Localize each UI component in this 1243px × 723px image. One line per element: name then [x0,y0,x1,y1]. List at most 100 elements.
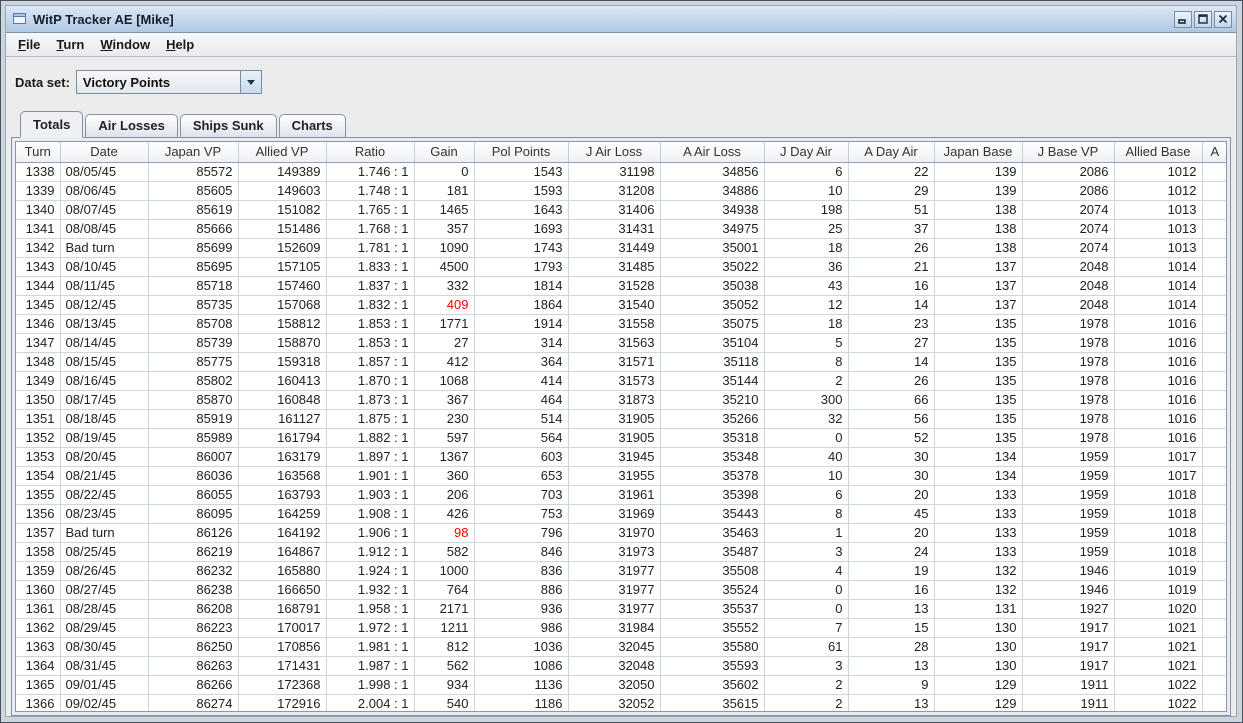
cell-j-day-air: 32 [764,409,849,429]
cell-ratio: 1.897 : 1 [326,447,415,467]
table-scrollpane[interactable]: Turn Date Japan VP Allied VP Ratio Gain Pol Po… [15,141,1227,712]
table-row-turn-1353[interactable]: 1353 08/20/45 86007 163179 1.897 : 1 1367 603 3… [16,447,1226,467]
cell-gain: 2171 [414,599,475,619]
column-header-j-air-loss[interactable]: J Air Loss [568,142,661,163]
cell-a-air-loss: 35602 [660,675,765,695]
cell-japan-vp: 85870 [148,390,239,410]
table-row-turn-1354[interactable]: 1354 08/21/45 86036 163568 1.901 : 1 360 653 31… [16,466,1226,486]
table-row-turn-1364[interactable]: 1364 08/31/45 86263 171431 1.987 : 1 562 1086 3… [16,656,1226,676]
column-header-allied-base[interactable]: Allied Base [1114,142,1203,163]
menu-help[interactable]: Help [158,35,202,54]
title-bar[interactable]: WitP Tracker AE [Mike] [6,6,1236,33]
table-row-turn-1355[interactable]: 1355 08/22/45 86055 163793 1.903 : 1 206 703 31… [16,485,1226,505]
cell-gain: 1000 [414,561,475,581]
cell-turn: 1359 [16,561,61,581]
cell-date: 08/07/45 [60,200,149,220]
table-row-turn-1357[interactable]: 1357 Bad turn 86126 164192 1.906 : 1 98 796 319… [16,523,1226,543]
cell-j-air-loss: 31905 [568,409,661,429]
menu-window[interactable]: Window [92,35,158,54]
cell-a-air-loss: 35463 [660,523,765,543]
maximize-button[interactable] [1194,10,1212,28]
column-header-gain[interactable]: Gain [414,142,475,163]
cell-gain: 1090 [414,238,475,258]
column-header-a-day-air[interactable]: A Day Air [848,142,935,163]
column-header-a[interactable]: A [1202,142,1226,163]
column-header-j-day-air[interactable]: J Day Air [764,142,849,163]
tab-charts[interactable]: Charts [278,114,346,138]
table-row-turn-1342[interactable]: 1342 Bad turn 85699 152609 1.781 : 1 1090 1743… [16,238,1226,258]
cell-a [1202,542,1226,562]
cell-japan-vp: 85708 [148,314,239,334]
column-header-turn[interactable]: Turn [16,142,61,163]
table-row-turn-1346[interactable]: 1346 08/13/45 85708 158812 1.853 : 1 1771 1914… [16,314,1226,334]
cell-japan-base: 138 [934,200,1023,220]
column-header-a-air-loss[interactable]: A Air Loss [660,142,765,163]
table-row-turn-1349[interactable]: 1349 08/16/45 85802 160413 1.870 : 1 1068 414 3… [16,371,1226,391]
table-row-turn-1356[interactable]: 1356 08/23/45 86095 164259 1.908 : 1 426 753 31… [16,504,1226,524]
menu-mnemonic: H [166,37,176,52]
cell-ratio: 1.972 : 1 [326,618,415,638]
table-row-turn-1362[interactable]: 1362 08/29/45 86223 170017 1.972 : 1 1211 986 3… [16,618,1226,638]
table-row-turn-1366[interactable]: 1366 09/02/45 86274 172916 2.004 : 1 540 1186 3… [16,694,1226,711]
cell-allied-vp: 152609 [238,238,327,258]
table-row-turn-1359[interactable]: 1359 08/26/45 86232 165880 1.924 : 1 1000 836 3… [16,561,1226,581]
menu-turn[interactable]: Turn [48,35,92,54]
column-header-j-base-vp[interactable]: J Base VP [1022,142,1115,163]
column-header-japan-base[interactable]: Japan Base [934,142,1023,163]
table-row-turn-1361[interactable]: 1361 08/28/45 86208 168791 1.958 : 1 2171 936 3… [16,599,1226,619]
table-row-turn-1348[interactable]: 1348 08/15/45 85775 159318 1.857 : 1 412 364 31… [16,352,1226,372]
menu-file[interactable]: File [10,35,48,54]
cell-allied-vp: 157105 [238,257,327,277]
table-row-turn-1363[interactable]: 1363 08/30/45 86250 170856 1.981 : 1 812 1036 3… [16,637,1226,657]
cell-a-air-loss: 35022 [660,257,765,277]
cell-a-air-loss: 35378 [660,466,765,486]
cell-date: Bad turn [60,523,149,543]
table-row-turn-1360[interactable]: 1360 08/27/45 86238 166650 1.932 : 1 764 886 31… [16,580,1226,600]
cell-a [1202,333,1226,353]
column-header-pol-points[interactable]: Pol Points [474,142,569,163]
cell-ratio: 1.768 : 1 [326,219,415,239]
table-row-turn-1345[interactable]: 1345 08/12/45 85735 157068 1.832 : 1 409 1864 3… [16,295,1226,315]
combo-dropdown-button[interactable] [239,71,261,93]
table-row-turn-1352[interactable]: 1352 08/19/45 85989 161794 1.882 : 1 597 564 31… [16,428,1226,448]
cell-j-air-loss: 31977 [568,580,661,600]
table-row-turn-1343[interactable]: 1343 08/10/45 85695 157105 1.833 : 1 4500 1793… [16,257,1226,277]
tab-ships-sunk[interactable]: Ships Sunk [179,114,277,138]
table-row-turn-1365[interactable]: 1365 09/01/45 86266 172368 1.998 : 1 934 1136 3… [16,675,1226,695]
cell-japan-base: 135 [934,333,1023,353]
tab-air-losses[interactable]: Air Losses [85,114,178,138]
column-header-japan-vp[interactable]: Japan VP [148,142,239,163]
cell-gain: 562 [414,656,475,676]
cell-a [1202,409,1226,429]
table-row-turn-1347[interactable]: 1347 08/14/45 85739 158870 1.853 : 1 27 314 315… [16,333,1226,353]
cell-japan-base: 138 [934,238,1023,258]
table-row-turn-1358[interactable]: 1358 08/25/45 86219 164867 1.912 : 1 582 846 31… [16,542,1226,562]
cell-a [1202,618,1226,638]
table-row-turn-1338[interactable]: 1338 08/05/45 85572 149389 1.746 : 1 0 1543 311… [16,162,1226,182]
table-row-turn-1339[interactable]: 1339 08/06/45 85605 149603 1.748 : 1 181 1593 3… [16,181,1226,201]
close-button[interactable] [1214,10,1232,28]
cell-gain: 0 [414,162,475,182]
cell-a-air-loss: 35075 [660,314,765,334]
table-header-row: Turn Date Japan VP Allied VP Ratio Gain Pol Po… [16,142,1226,163]
column-header-allied-vp[interactable]: Allied VP [238,142,327,163]
column-header-ratio[interactable]: Ratio [326,142,415,163]
tab-totals[interactable]: Totals [20,111,84,138]
table-row-turn-1344[interactable]: 1344 08/11/45 85718 157460 1.837 : 1 332 1814 3… [16,276,1226,296]
cell-a [1202,580,1226,600]
minimize-button[interactable] [1174,10,1192,28]
column-header-date[interactable]: Date [60,142,149,163]
table-row-turn-1350[interactable]: 1350 08/17/45 85870 160848 1.873 : 1 367 464 31… [16,390,1226,410]
cell-allied-base: 1019 [1114,580,1203,600]
table-row-turn-1351[interactable]: 1351 08/18/45 85919 161127 1.875 : 1 230 514 31… [16,409,1226,429]
table-row-turn-1341[interactable]: 1341 08/08/45 85666 151486 1.768 : 1 357 1693 3… [16,219,1226,239]
cell-a [1202,181,1226,201]
cell-j-air-loss: 32052 [568,694,661,711]
cell-pol-points: 1643 [474,200,569,220]
dataset-combobox[interactable]: Victory Points [75,70,262,94]
cell-japan-vp: 85735 [148,295,239,315]
cell-date: 08/19/45 [60,428,149,448]
cell-a [1202,656,1226,676]
cell-allied-vp: 168791 [238,599,327,619]
table-row-turn-1340[interactable]: 1340 08/07/45 85619 151082 1.765 : 1 1465 1643… [16,200,1226,220]
